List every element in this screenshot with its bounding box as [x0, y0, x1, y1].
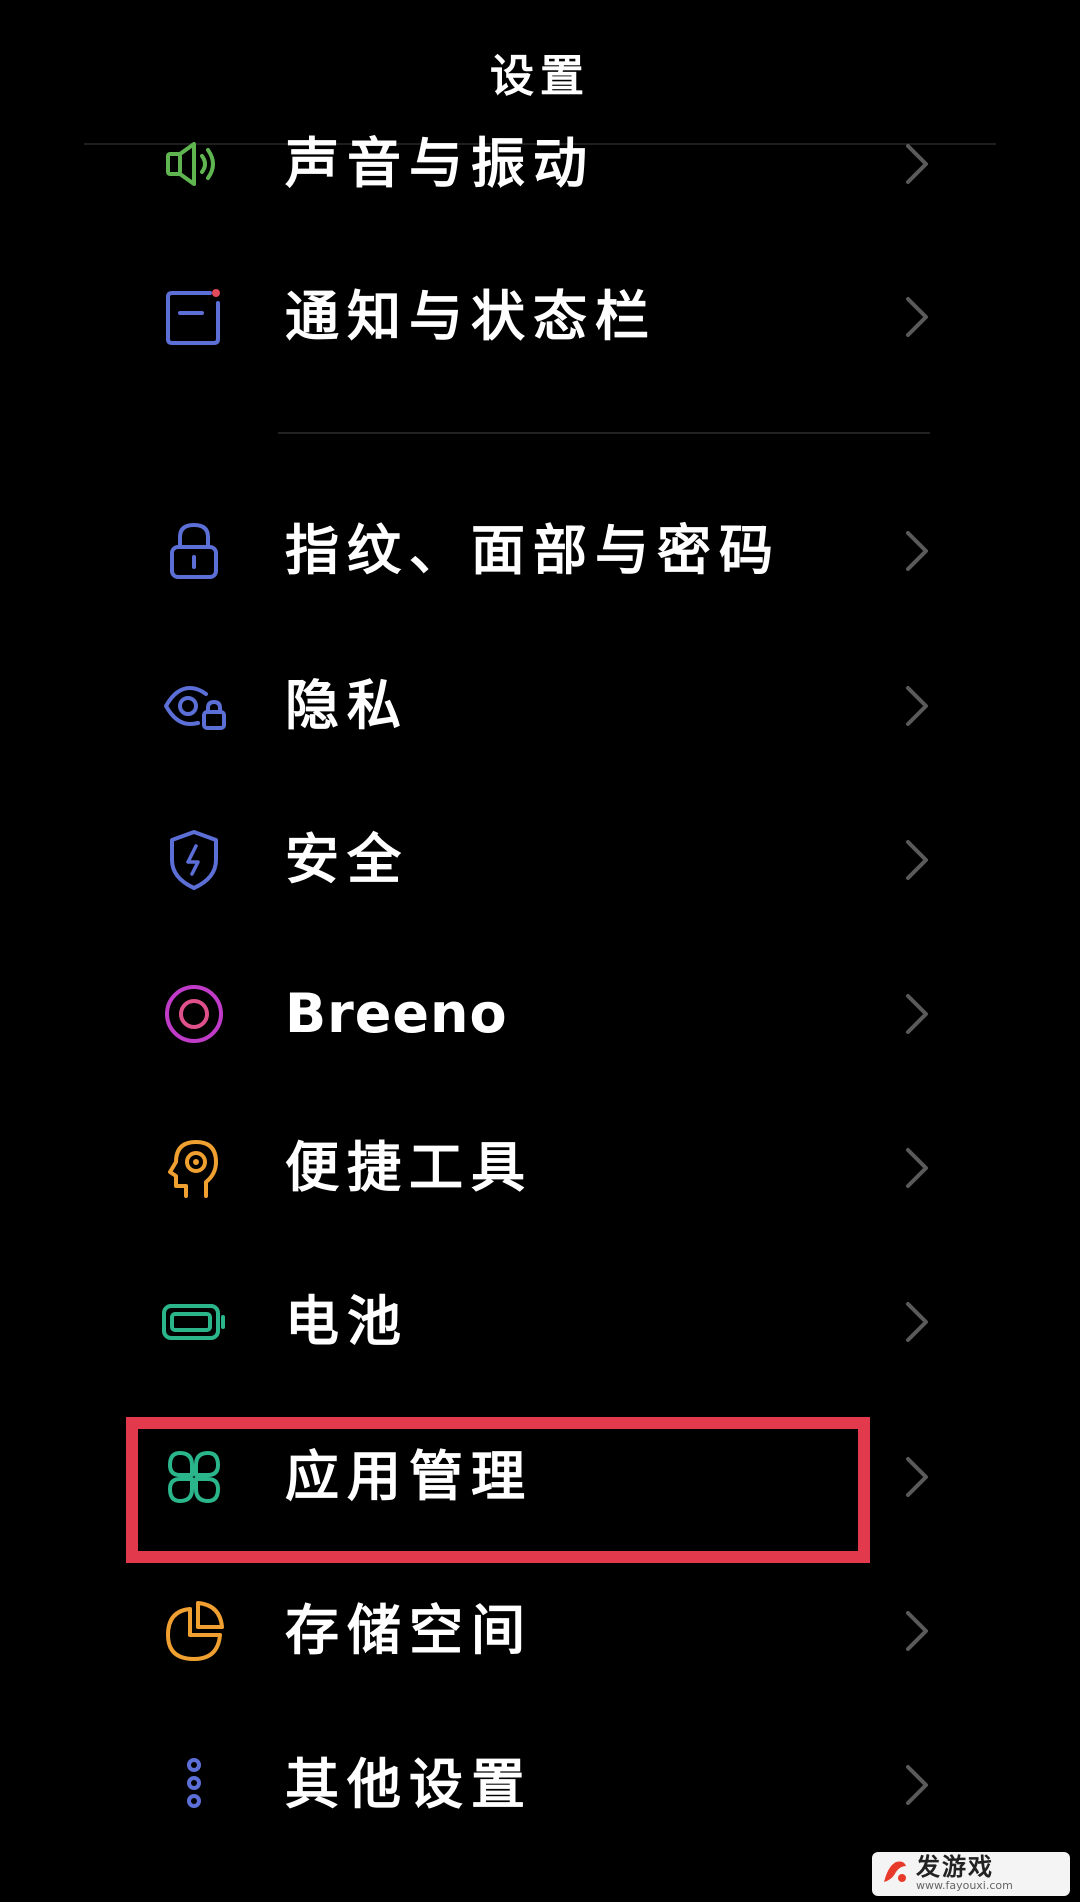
settings-item-privacy[interactable]: 隐私: [0, 631, 1080, 781]
shield-icon: [162, 828, 226, 892]
settings-item-label: 其他设置: [285, 1753, 533, 1816]
settings-item-label: 隐私: [285, 674, 409, 737]
settings-item-label: 便捷工具: [285, 1136, 533, 1199]
chevron-right-icon: [900, 992, 934, 1036]
settings-item-battery[interactable]: 电池: [0, 1247, 1080, 1397]
settings-item-sound[interactable]: 声音与振动: [0, 89, 1080, 239]
chevron-right-icon: [900, 1763, 934, 1807]
head-tools-icon: [162, 1136, 226, 1200]
chevron-right-icon: [900, 838, 934, 882]
breeno-icon: [162, 982, 226, 1046]
settings-item-label: 存储空间: [285, 1599, 533, 1662]
watermark-text: 发游戏: [916, 1853, 994, 1881]
settings-item-label: 指纹、面部与密码: [285, 519, 781, 582]
chevron-right-icon: [900, 1609, 934, 1653]
pie-chart-icon: [162, 1599, 226, 1663]
settings-item-tools[interactable]: 便捷工具: [0, 1093, 1080, 1243]
watermark: 发游戏 www.fayouxi.com: [872, 1852, 1070, 1896]
settings-list: 声音与振动 通知与状态栏 指纹、面部与密码 隐私 安全 Breeno 便捷工具 …: [0, 0, 1080, 1902]
chevron-right-icon: [900, 1300, 934, 1344]
settings-item-notify[interactable]: 通知与状态栏: [0, 242, 1080, 392]
settings-item-label: 电池: [285, 1290, 409, 1353]
settings-item-breeno[interactable]: Breeno: [0, 939, 1080, 1089]
watermark-logo-icon: [880, 1856, 910, 1886]
settings-item-apps[interactable]: 应用管理: [0, 1402, 1080, 1552]
watermark-url: www.fayouxi.com: [916, 1879, 1013, 1892]
settings-item-storage[interactable]: 存储空间: [0, 1556, 1080, 1706]
chevron-right-icon: [900, 1455, 934, 1499]
chevron-right-icon: [900, 1146, 934, 1190]
settings-item-label: 应用管理: [285, 1445, 533, 1508]
more-dots-icon: [162, 1753, 226, 1817]
notification-icon: [162, 285, 226, 349]
settings-item-biometric[interactable]: 指纹、面部与密码: [0, 476, 1080, 626]
chevron-right-icon: [900, 684, 934, 728]
chevron-right-icon: [900, 142, 934, 186]
settings-item-other[interactable]: 其他设置: [0, 1710, 1080, 1860]
chevron-right-icon: [900, 295, 934, 339]
settings-item-label: 声音与振动: [285, 132, 595, 195]
battery-icon: [162, 1290, 226, 1354]
speaker-icon: [162, 132, 226, 196]
lock-icon: [162, 519, 226, 583]
section-divider: [278, 432, 930, 434]
settings-item-label: 通知与状态栏: [285, 285, 657, 348]
settings-item-label: 安全: [285, 828, 409, 891]
chevron-right-icon: [900, 529, 934, 573]
settings-item-security[interactable]: 安全: [0, 785, 1080, 935]
app-grid-icon: [162, 1445, 226, 1509]
settings-item-label: Breeno: [285, 982, 508, 1045]
privacy-eye-icon: [162, 674, 226, 738]
